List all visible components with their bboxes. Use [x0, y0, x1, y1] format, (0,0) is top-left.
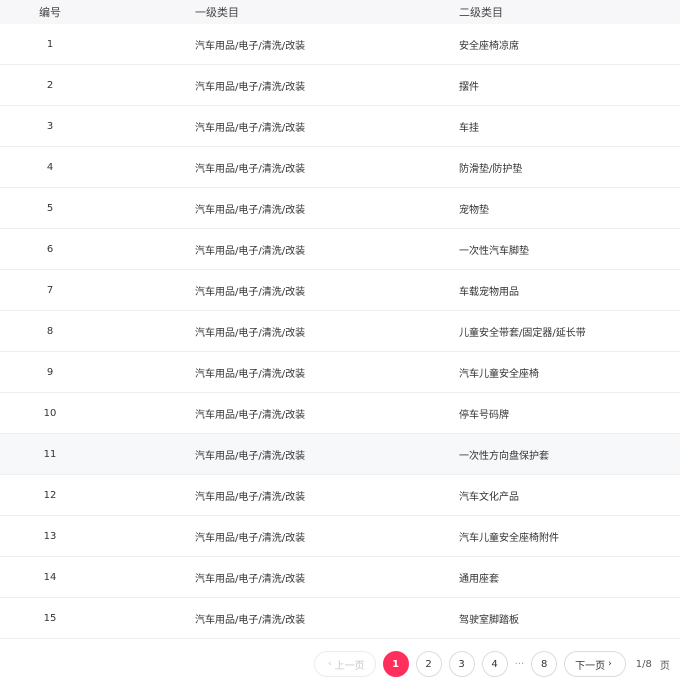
table-row: 6 汽车用品/电子/清洗/改装 一次性汽车脚垫: [0, 229, 680, 270]
cell-cat1: 汽车用品/电子/清洗/改装: [195, 368, 306, 380]
chevron-right-icon: ›: [608, 659, 612, 669]
cell-cat1: 汽车用品/电子/清洗/改装: [195, 163, 306, 175]
cell-id: 5: [46, 202, 54, 214]
cell-id: 2: [46, 79, 54, 91]
cell-cat1: 汽车用品/电子/清洗/改装: [195, 573, 306, 585]
cell-id: 11: [43, 448, 57, 460]
cell-cat2: 车挂: [459, 122, 479, 134]
cell-cat2: 通用座套: [459, 573, 499, 585]
cell-cat1: 汽车用品/电子/清洗/改装: [195, 491, 306, 503]
page-info: 1/8: [635, 658, 652, 670]
pagination: ‹ 上一页 1 2 3 4 ··· 8 下一页 › 1/8 页: [314, 650, 670, 678]
table-header: 编号 一级类目 二级类目: [0, 0, 680, 24]
cell-id: 7: [46, 284, 54, 296]
cell-cat2: 汽车儿童安全座椅附件: [459, 532, 559, 544]
table-row: 13 汽车用品/电子/清洗/改装 汽车儿童安全座椅附件: [0, 516, 680, 557]
page-button-4[interactable]: 4: [481, 651, 508, 677]
category-table: 编号 一级类目 二级类目 1 汽车用品/电子/清洗/改装 安全座椅凉席 2 汽车用品/电…: [0, 0, 680, 639]
table-body: 1 汽车用品/电子/清洗/改装 安全座椅凉席 2 汽车用品/电子/清洗/改装 摆件 3 汽车用…: [0, 24, 680, 639]
page-button-3[interactable]: 3: [448, 651, 475, 677]
cell-cat1: 汽车用品/电子/清洗/改装: [195, 614, 306, 626]
table-row: 7 汽车用品/电子/清洗/改装 车载宠物用品: [0, 270, 680, 311]
cell-id: 15: [43, 612, 57, 624]
cell-cat2: 汽车儿童安全座椅: [459, 368, 539, 380]
cell-cat2: 宠物垫: [459, 204, 489, 216]
cell-id: 3: [46, 120, 54, 132]
cell-id: 8: [46, 325, 54, 337]
next-page-button[interactable]: 下一页 ›: [564, 651, 626, 677]
cell-cat1: 汽车用品/电子/清洗/改装: [195, 286, 306, 298]
cell-cat2: 驾驶室脚踏板: [459, 614, 519, 626]
cell-id: 13: [43, 530, 57, 542]
cell-id: 12: [43, 489, 57, 501]
header-cat1: 一级类目: [195, 6, 239, 19]
cell-cat1: 汽车用品/电子/清洗/改装: [195, 122, 306, 134]
prev-page-label: 上一页: [334, 660, 365, 672]
table-row: 10 汽车用品/电子/清洗/改装 停车号码牌: [0, 393, 680, 434]
page-button-last[interactable]: 8: [531, 651, 558, 677]
cell-cat1: 汽车用品/电子/清洗/改装: [195, 327, 306, 339]
cell-cat2: 汽车文化产品: [459, 491, 519, 503]
cell-id: 6: [46, 243, 54, 255]
cell-id: 1: [46, 38, 54, 50]
cell-id: 14: [43, 571, 57, 583]
cell-cat2: 儿童安全带套/固定器/延长带: [459, 327, 586, 339]
table-row: 14 汽车用品/电子/清洗/改装 通用座套: [0, 557, 680, 598]
next-page-label: 下一页: [575, 660, 606, 672]
pagination-ellipsis[interactable]: ···: [515, 659, 525, 670]
cell-cat2: 一次性方向盘保护套: [459, 450, 549, 462]
cell-id: 4: [46, 161, 54, 173]
table-row: 15 汽车用品/电子/清洗/改装 驾驶室脚踏板: [0, 598, 680, 639]
chevron-left-icon: ‹: [328, 659, 332, 669]
page-info-suffix: 页: [659, 660, 670, 672]
cell-cat2: 停车号码牌: [459, 409, 509, 421]
cell-cat1: 汽车用品/电子/清洗/改装: [195, 532, 306, 544]
page-button-2[interactable]: 2: [415, 651, 442, 677]
cell-cat2: 摆件: [459, 81, 479, 93]
table-row: 11 汽车用品/电子/清洗/改装 一次性方向盘保护套: [0, 434, 680, 475]
table-row: 4 汽车用品/电子/清洗/改装 防滑垫/防护垫: [0, 147, 680, 188]
header-id: 编号: [39, 6, 61, 19]
table-row: 2 汽车用品/电子/清洗/改装 摆件: [0, 65, 680, 106]
header-cat2: 二级类目: [459, 6, 503, 19]
cell-cat2: 防滑垫/防护垫: [459, 163, 523, 175]
cell-cat1: 汽车用品/电子/清洗/改装: [195, 245, 306, 257]
table-row: 1 汽车用品/电子/清洗/改装 安全座椅凉席: [0, 24, 680, 65]
cell-id: 10: [43, 407, 57, 419]
cell-cat1: 汽车用品/电子/清洗/改装: [195, 204, 306, 216]
cell-cat1: 汽车用品/电子/清洗/改装: [195, 450, 306, 462]
cell-cat1: 汽车用品/电子/清洗/改装: [195, 81, 306, 93]
table-row: 3 汽车用品/电子/清洗/改装 车挂: [0, 106, 680, 147]
table-row: 9 汽车用品/电子/清洗/改装 汽车儿童安全座椅: [0, 352, 680, 393]
page-button-1[interactable]: 1: [382, 651, 409, 677]
cell-id: 9: [46, 366, 54, 378]
cell-cat1: 汽车用品/电子/清洗/改装: [195, 409, 306, 421]
table-row: 12 汽车用品/电子/清洗/改装 汽车文化产品: [0, 475, 680, 516]
cell-cat2: 车载宠物用品: [459, 286, 519, 298]
table-row: 5 汽车用品/电子/清洗/改装 宠物垫: [0, 188, 680, 229]
prev-page-button[interactable]: ‹ 上一页: [314, 651, 376, 677]
cell-cat2: 一次性汽车脚垫: [459, 245, 529, 257]
table-row: 8 汽车用品/电子/清洗/改装 儿童安全带套/固定器/延长带: [0, 311, 680, 352]
cell-cat1: 汽车用品/电子/清洗/改装: [195, 40, 306, 52]
cell-cat2: 安全座椅凉席: [459, 40, 519, 52]
